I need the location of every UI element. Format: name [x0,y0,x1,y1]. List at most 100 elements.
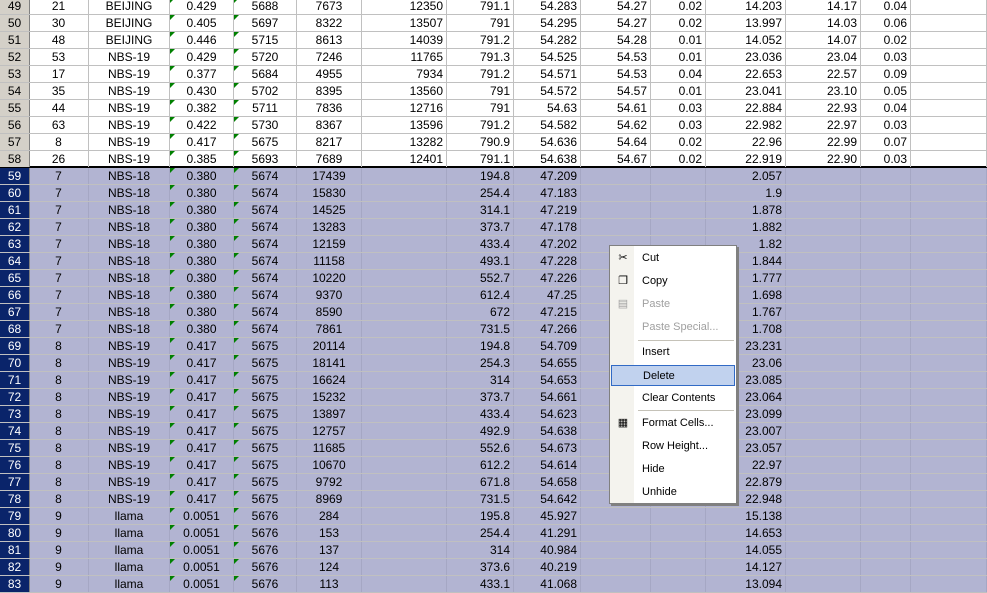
cell[interactable]: NBS-19 [89,491,170,507]
cell[interactable]: 791.1 [447,0,514,14]
cell[interactable] [861,219,911,235]
cell[interactable]: 54.636 [514,134,581,150]
cell[interactable]: NBS-19 [89,355,170,371]
cell[interactable]: 54.582 [514,117,581,133]
cell[interactable]: 8 [29,134,89,150]
cell[interactable]: 47.228 [514,253,581,269]
cell[interactable]: 5675 [234,338,297,354]
cell[interactable]: 54.642 [514,491,581,507]
cell[interactable]: 13596 [362,117,447,133]
cell[interactable]: NBS-19 [89,134,170,150]
cell[interactable]: 8613 [297,32,362,48]
table-row[interactable]: 56 63 NBS-19 0.422 5730 8367 13596 791.2 54.582 5… [0,117,987,134]
cell[interactable]: 0.02 [651,15,706,31]
cell[interactable]: 10670 [297,457,362,473]
cell[interactable]: 7934 [362,66,447,82]
row-header[interactable]: 76 [0,457,30,473]
cell[interactable]: 54.64 [581,134,651,150]
cell[interactable]: 11158 [297,253,362,269]
cell[interactable]: 5675 [234,423,297,439]
cell[interactable]: 54.572 [514,83,581,99]
row-header[interactable]: 83 [0,576,30,592]
cell[interactable] [362,491,447,507]
cell[interactable] [861,491,911,507]
cell[interactable] [362,304,447,320]
cell[interactable] [911,423,987,439]
cell[interactable] [581,508,651,524]
cell[interactable] [911,389,987,405]
row-header[interactable]: 53 [0,66,30,82]
cell[interactable]: 433.4 [447,406,514,422]
cell[interactable]: 137 [297,542,362,558]
cell[interactable]: 14.17 [786,0,861,14]
cell[interactable] [911,287,987,303]
cell[interactable]: llama [89,525,170,541]
cell[interactable]: 8367 [297,117,362,133]
cell[interactable]: 54.53 [581,66,651,82]
row-header[interactable]: 61 [0,202,30,218]
cell[interactable]: 14.055 [706,542,786,558]
cell[interactable]: NBS-19 [89,457,170,473]
cell[interactable]: 5675 [234,440,297,456]
cell[interactable] [861,253,911,269]
table-row[interactable]: 73 8 NBS-19 0.417 5675 13897 433.4 54.623 23.099 [0,406,987,423]
row-header[interactable]: 51 [0,32,30,48]
cell[interactable]: 5720 [234,49,297,65]
cell[interactable]: NBS-19 [89,117,170,133]
row-header[interactable]: 59 [0,168,30,184]
cell[interactable]: 17 [29,66,89,82]
row-header[interactable]: 50 [0,15,30,31]
cell[interactable]: 11765 [362,49,447,65]
cell[interactable]: 0.02 [861,32,911,48]
row-header[interactable]: 82 [0,559,30,575]
cell[interactable] [651,185,706,201]
table-row[interactable]: 64 7 NBS-18 0.380 5674 11158 493.1 47.228 1.844 [0,253,987,270]
cell[interactable] [911,219,987,235]
cell[interactable] [651,508,706,524]
cell[interactable]: 13283 [297,219,362,235]
cell[interactable]: 8 [29,474,89,490]
table-row[interactable]: 60 7 NBS-18 0.380 5674 15830 254.4 47.183 1.9 [0,185,987,202]
cell[interactable]: 5675 [234,355,297,371]
cell[interactable]: 13.997 [706,15,786,31]
cell[interactable]: 7673 [297,0,362,14]
cell[interactable]: 153 [297,525,362,541]
menu-item-copy[interactable]: ❐ Copy [611,271,735,292]
row-header[interactable]: 65 [0,270,30,286]
cell[interactable]: 47.226 [514,270,581,286]
cell[interactable]: llama [89,559,170,575]
cell[interactable] [911,0,987,14]
cell[interactable]: 0.446 [170,32,234,48]
cell[interactable] [861,440,911,456]
cell[interactable]: 671.8 [447,474,514,490]
cell[interactable]: 314 [447,372,514,388]
cell[interactable]: 731.5 [447,491,514,507]
cell[interactable]: 1.878 [706,202,786,218]
cell[interactable]: 5676 [234,508,297,524]
cell[interactable]: 493.1 [447,253,514,269]
cell[interactable] [362,423,447,439]
cell[interactable] [861,287,911,303]
cell[interactable]: 254.4 [447,525,514,541]
cell[interactable]: 54.571 [514,66,581,82]
cell[interactable]: 0.03 [861,151,911,167]
cell[interactable] [362,185,447,201]
cell[interactable]: 5676 [234,559,297,575]
cell[interactable]: 45.927 [514,508,581,524]
cell[interactable]: 552.7 [447,270,514,286]
cell[interactable]: 0.422 [170,117,234,133]
cell[interactable]: 26 [29,151,89,167]
cell[interactable]: 40.219 [514,559,581,575]
cell[interactable] [911,355,987,371]
cell[interactable] [911,185,987,201]
cell[interactable]: NBS-19 [89,389,170,405]
cell[interactable]: 0.417 [170,355,234,371]
cell[interactable] [911,508,987,524]
cell[interactable]: 10220 [297,270,362,286]
cell[interactable] [911,15,987,31]
cell[interactable]: 54.673 [514,440,581,456]
row-header[interactable]: 79 [0,508,30,524]
cell[interactable] [786,406,861,422]
cell[interactable]: 791 [447,15,514,31]
cell[interactable] [786,168,861,184]
